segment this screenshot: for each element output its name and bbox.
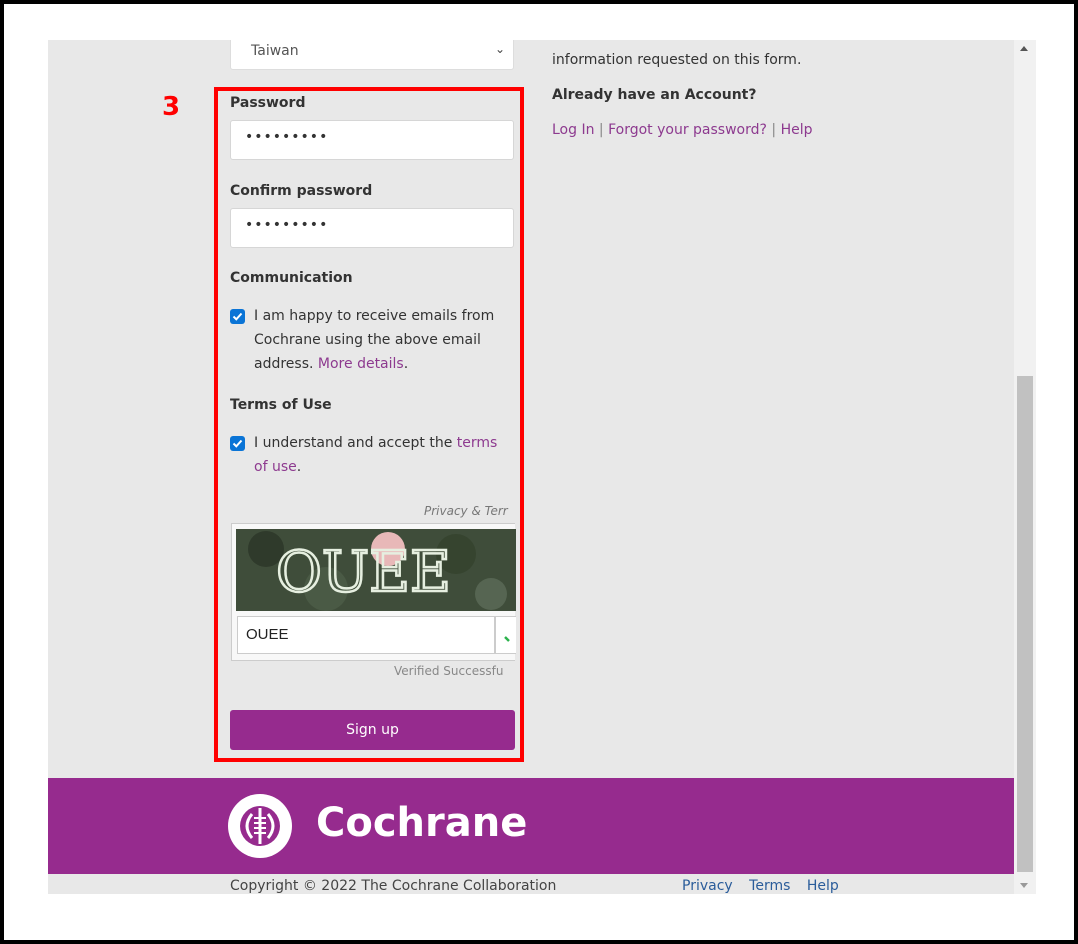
cochrane-logo-icon xyxy=(228,794,292,858)
annotation-highlight-box xyxy=(214,87,524,762)
already-account-heading: Already have an Account? xyxy=(552,87,757,103)
link-separator: | xyxy=(594,122,609,138)
scrollbar-thumb[interactable] xyxy=(1017,376,1033,872)
footer-help-link[interactable]: Help xyxy=(807,878,839,894)
page-scrollbar[interactable] xyxy=(1014,40,1036,894)
footer-terms-link[interactable]: Terms xyxy=(749,878,790,894)
scroll-up-arrow-icon[interactable] xyxy=(1020,46,1028,51)
footer-banner: Cochrane xyxy=(48,778,1014,874)
country-select[interactable]: Taiwan ⌄ xyxy=(230,40,514,70)
form-info-note: information requested on this form. xyxy=(552,52,802,68)
help-link[interactable]: Help xyxy=(781,122,813,138)
login-link[interactable]: Log In xyxy=(552,122,594,138)
copyright-text: Copyright © 2022 The Cochrane Collaborat… xyxy=(230,878,557,894)
footer-privacy-link[interactable]: Privacy xyxy=(682,878,733,894)
scroll-down-arrow-icon[interactable] xyxy=(1020,883,1028,888)
chevron-down-icon: ⌄ xyxy=(494,42,505,56)
signup-page: Taiwan ⌄ Password ••••••••• Confirm pass… xyxy=(48,40,1014,894)
forgot-password-link[interactable]: Forgot your password? xyxy=(608,122,767,138)
footer-links: Privacy Terms Help xyxy=(682,878,851,894)
annotation-step-number: 3 xyxy=(162,92,181,122)
country-select-value: Taiwan xyxy=(251,43,299,59)
cochrane-brand-name[interactable]: Cochrane xyxy=(316,800,527,846)
cochrane-logo-mark xyxy=(240,806,280,846)
account-links: Log In | Forgot your password? | Help xyxy=(552,122,813,138)
link-separator: | xyxy=(766,122,781,138)
